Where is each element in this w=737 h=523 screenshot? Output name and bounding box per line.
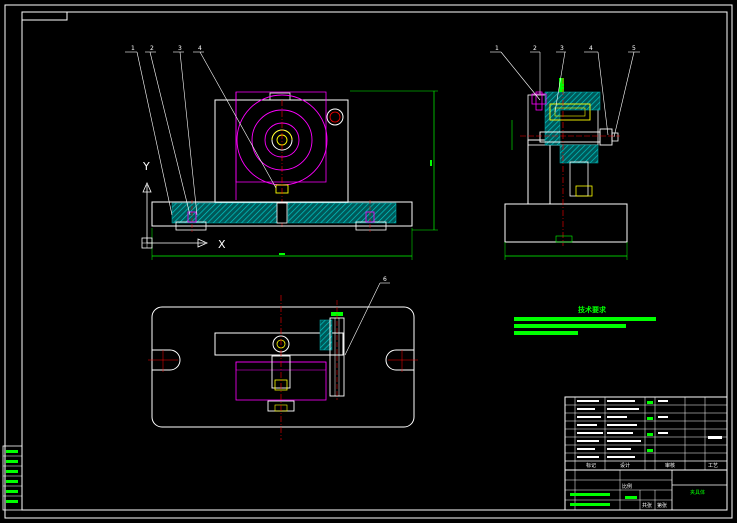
tb-label-process: 工艺 (708, 463, 718, 469)
side-balloon-5: 5 (632, 45, 636, 52)
tech-note-line-1 (514, 317, 656, 321)
tb-name-cell: 夹具体 (690, 489, 705, 496)
axis-x-label: X (218, 238, 226, 251)
margin-stamp-block (2, 445, 23, 511)
tech-note-line-3 (514, 331, 578, 335)
tb-label-design: 设计 (620, 462, 630, 469)
top-view: 6 (148, 276, 418, 440)
front-balloon-1: 1 (131, 45, 135, 52)
tb-label-review: 审核 (665, 462, 675, 469)
side-balloon-4: 4 (589, 45, 593, 52)
tb-label-total-sheets: 共张 (642, 502, 652, 509)
tb-label-mark: 标记 (586, 462, 596, 469)
front-balloon-4: 4 (198, 45, 202, 52)
front-view (125, 51, 438, 260)
top-balloon-6: 6 (383, 276, 387, 283)
side-balloons: 1 2 3 4 5 (495, 45, 636, 52)
front-balloons: 1 2 3 4 (131, 45, 202, 52)
side-balloon-2: 2 (533, 45, 537, 52)
tech-note-line-2 (514, 324, 626, 328)
axis-y-label: Y (142, 160, 150, 173)
tb-label-sheet-no: 第张 (657, 502, 667, 509)
side-view (490, 51, 640, 260)
front-balloon-2: 2 (150, 45, 154, 52)
side-balloon-3: 3 (560, 45, 564, 52)
cad-drawing-canvas: 1 2 3 4 Y X 1 2 3 4 5 6 技术要求 标记 设计 审核 工艺… (2, 4, 733, 519)
tb-label-scale: 比例 (622, 483, 632, 490)
side-balloon-1: 1 (495, 45, 499, 52)
technical-requirements: 技术要求 (514, 305, 656, 335)
front-balloon-3: 3 (178, 45, 182, 52)
tech-notes-title: 技术要求 (578, 305, 607, 314)
title-block: 标记 设计 审核 工艺 夹具体 比例 共张 第张 (564, 396, 728, 511)
